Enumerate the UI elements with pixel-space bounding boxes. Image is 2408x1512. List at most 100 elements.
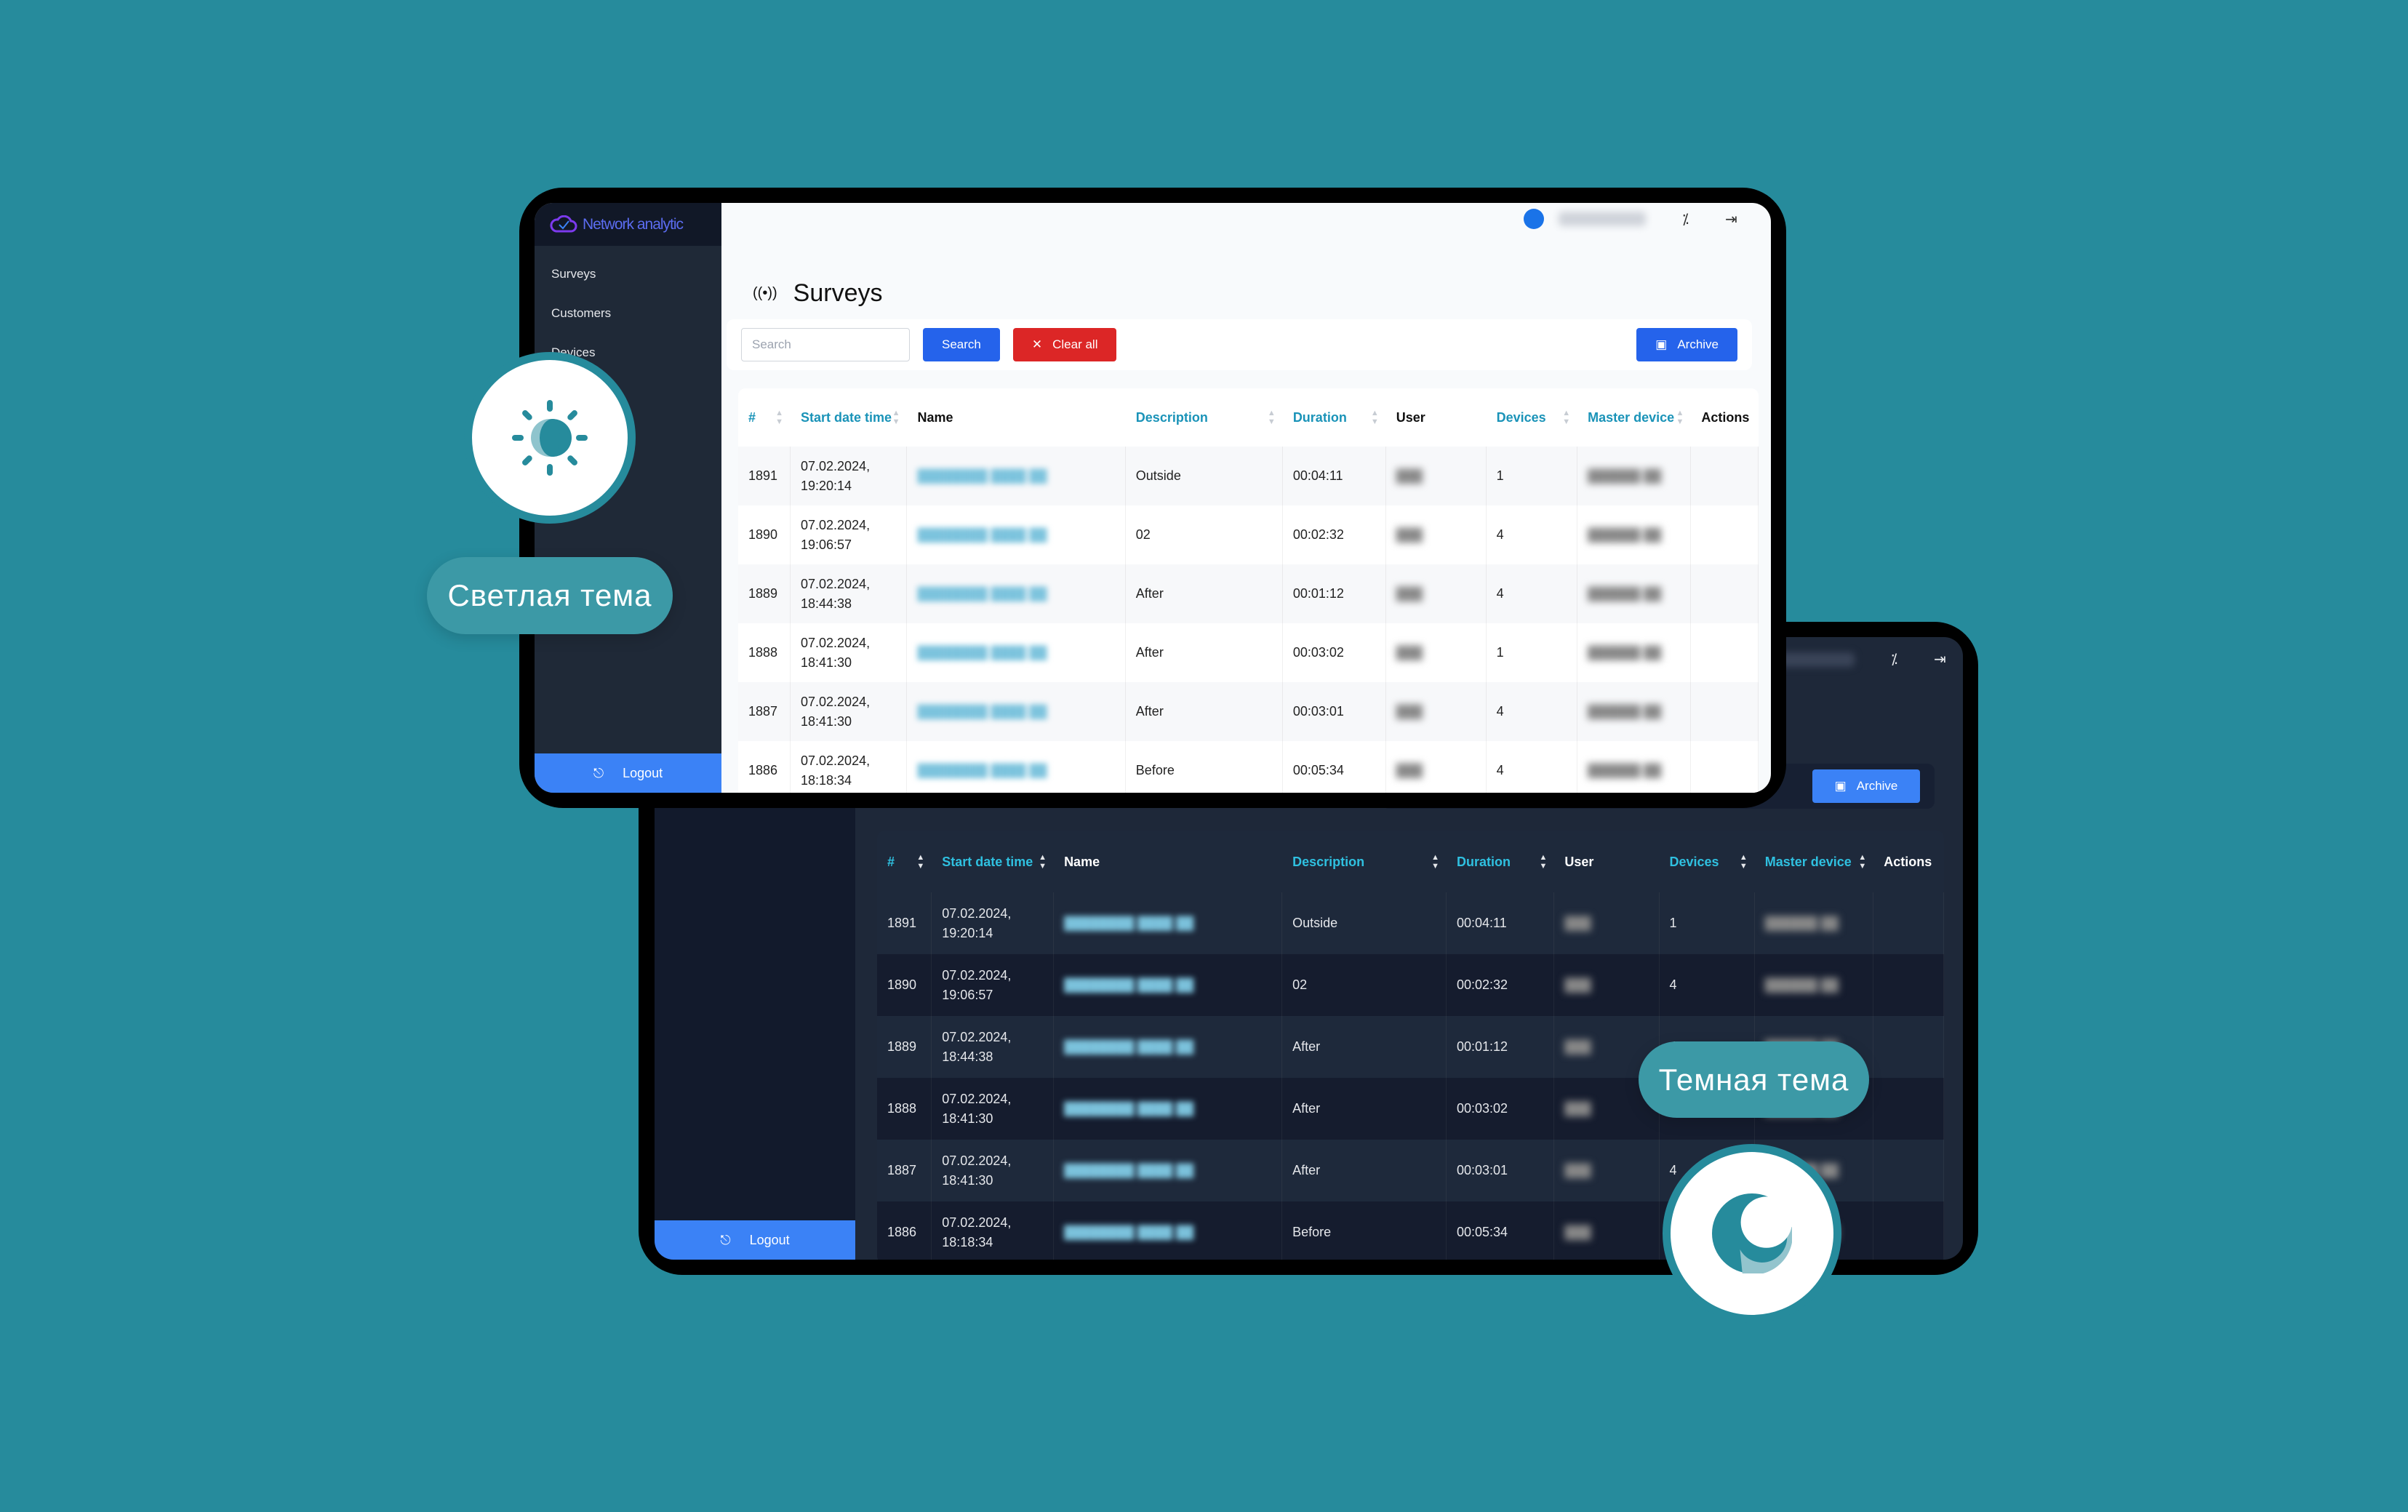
table-row[interactable]: 1886 07.02.2024, 18:18:34 ████████ ████ ██ B… [738, 741, 1759, 793]
clear-all-button[interactable]: ✕ Clear all [1012, 328, 1117, 361]
cell-actions[interactable] [1691, 447, 1759, 505]
sort-icon[interactable]: ▲ ▼ [775, 409, 783, 426]
column-header[interactable]: User [1554, 831, 1659, 892]
column-header[interactable]: Name [1054, 831, 1282, 892]
app-logo[interactable]: Network analytic [535, 203, 721, 246]
sort-icon[interactable]: ▲ ▼ [1676, 409, 1684, 426]
sort-icon[interactable]: ▲ ▼ [1039, 853, 1047, 871]
redacted-name: ████████ ████ ██ [1064, 1040, 1194, 1054]
cell-devices: 4 [1487, 682, 1578, 741]
logout-button[interactable]: ⎋ Logout [655, 1220, 855, 1260]
search-button[interactable]: Search [923, 328, 1000, 361]
cell-actions[interactable] [1691, 564, 1759, 623]
column-header[interactable]: Actions [1873, 831, 1944, 892]
sort-icon[interactable]: ▲ ▼ [916, 853, 924, 871]
time: 19:20:14 [801, 478, 852, 493]
cell-description: Outside [1126, 447, 1283, 505]
time: 19:20:14 [942, 925, 993, 940]
cell-master-device-redacted: ██████ ██ [1577, 741, 1692, 793]
redacted-name: ████████ ████ ██ [1064, 916, 1194, 930]
column-header[interactable]: Duration ▲ ▼ [1283, 388, 1386, 447]
cell-actions[interactable] [1873, 1078, 1944, 1140]
cell-name-redacted: ████████ ████ ██ [1054, 1201, 1283, 1260]
cell-actions[interactable] [1873, 1201, 1944, 1260]
redacted-user: ███ [1396, 764, 1423, 777]
cell-user-redacted: ███ [1554, 954, 1660, 1016]
cell-actions[interactable] [1873, 892, 1944, 954]
cell-actions[interactable] [1691, 623, 1759, 682]
sort-icon[interactable]: ▲ ▼ [1371, 409, 1379, 426]
cell-duration: 00:03:02 [1447, 1078, 1555, 1140]
date: 07.02.2024, [801, 517, 871, 532]
user-menu[interactable] [1559, 212, 1646, 226]
clear-label: Clear all [1052, 337, 1098, 351]
column-header-label: Devices [1496, 410, 1546, 425]
table-row[interactable]: 1890 07.02.2024, 19:06:57 ████████ ████ ██ 0… [738, 505, 1759, 564]
sidebar-item-customers[interactable]: Customers [535, 294, 721, 333]
time: 19:06:57 [801, 537, 852, 552]
table-row[interactable]: 1887 07.02.2024, 18:41:30 ████████ ████ ██ A… [738, 682, 1759, 741]
redacted-device: ██████ ██ [1588, 705, 1662, 719]
table-row[interactable]: 1890 07.02.2024, 19:06:57 ████████ ████ ██ 0… [877, 954, 1944, 1016]
cell-actions[interactable] [1691, 741, 1759, 793]
sort-icon[interactable]: ▲ ▼ [1268, 409, 1276, 426]
column-header[interactable]: # ▲ ▼ [877, 831, 932, 892]
cell-id: 1889 [877, 1016, 932, 1078]
table-row[interactable]: 1891 07.02.2024, 19:20:14 ████████ ████ ██ O… [738, 447, 1759, 505]
column-header[interactable]: Description ▲ ▼ [1282, 831, 1447, 892]
cell-actions[interactable] [1691, 505, 1759, 564]
cell-user-redacted: ███ [1554, 1201, 1660, 1260]
sort-icon[interactable]: ▲ ▼ [1540, 853, 1548, 871]
column-header[interactable]: Master device ▲ ▼ [1755, 831, 1873, 892]
cell-master-device-redacted: ██████ ██ [1755, 892, 1874, 954]
column-header[interactable]: Name [907, 388, 1125, 447]
column-header[interactable]: Duration ▲ ▼ [1447, 831, 1554, 892]
top-bar: ⁒ ⇥ [1767, 650, 1946, 668]
theme-toggle-icon[interactable]: ⁒ [1682, 210, 1689, 228]
cell-master-device-redacted: ██████ ██ [1577, 447, 1692, 505]
sort-icon[interactable]: ▲ ▼ [1858, 853, 1866, 871]
cell-actions[interactable] [1873, 954, 1944, 1016]
cell-devices: 4 [1660, 954, 1755, 1016]
sort-icon[interactable]: ▲ ▼ [1740, 853, 1748, 871]
logout-icon[interactable]: ⇥ [1934, 650, 1946, 668]
column-header[interactable]: Master device ▲ ▼ [1577, 388, 1691, 447]
time: 18:18:34 [801, 772, 852, 788]
page-title: Surveys [793, 279, 883, 307]
column-header[interactable]: Actions [1691, 388, 1759, 447]
date: 07.02.2024, [942, 905, 1012, 921]
light-theme-label: Светлая тема [427, 557, 673, 634]
column-header[interactable]: Devices ▲ ▼ [1487, 388, 1578, 447]
cell-actions[interactable] [1873, 1140, 1944, 1201]
column-header[interactable]: Description ▲ ▼ [1126, 388, 1283, 447]
column-header[interactable]: # ▲ ▼ [738, 388, 791, 447]
cell-actions[interactable] [1691, 682, 1759, 741]
column-header[interactable]: Start date time ▲ ▼ [791, 388, 907, 447]
cell-description: 02 [1282, 954, 1447, 1016]
table-row[interactable]: 1889 07.02.2024, 18:44:38 ████████ ████ ██ A… [738, 564, 1759, 623]
sort-icon[interactable]: ▲ ▼ [892, 409, 900, 426]
sidebar-item-surveys[interactable]: Surveys [535, 255, 721, 294]
table-row[interactable]: 1891 07.02.2024, 19:20:14 ████████ ████ ██ O… [877, 892, 1944, 954]
archive-button[interactable]: ▣ Archive [1636, 328, 1737, 361]
search-input[interactable]: Search [741, 328, 910, 361]
column-header[interactable]: User [1386, 388, 1487, 447]
cell-description: After [1282, 1140, 1447, 1201]
cell-start-date: 07.02.2024, 18:41:30 [932, 1140, 1055, 1201]
cell-id: 1890 [877, 954, 932, 1016]
light-theme-screen: Network analytic Surveys Customers Devic… [535, 203, 1771, 793]
table-row[interactable]: 1888 07.02.2024, 18:41:30 ████████ ████ ██ A… [738, 623, 1759, 682]
cell-start-date: 07.02.2024, 18:18:34 [791, 741, 908, 793]
cell-user-redacted: ███ [1386, 741, 1487, 793]
column-header[interactable]: Devices ▲ ▼ [1660, 831, 1755, 892]
archive-button[interactable]: ▣ Archive [1812, 769, 1920, 803]
cell-actions[interactable] [1873, 1016, 1944, 1078]
cell-duration: 00:01:12 [1283, 564, 1386, 623]
redacted-name: ████████ ████ ██ [1064, 1225, 1194, 1239]
logout-icon[interactable]: ⇥ [1725, 210, 1737, 228]
column-header[interactable]: Start date time ▲ ▼ [932, 831, 1054, 892]
sort-icon[interactable]: ▲ ▼ [1431, 853, 1439, 871]
theme-toggle-icon[interactable]: ⁒ [1891, 650, 1897, 668]
sort-icon[interactable]: ▲ ▼ [1562, 409, 1570, 426]
logout-button[interactable]: ⎋ Logout [535, 753, 721, 793]
